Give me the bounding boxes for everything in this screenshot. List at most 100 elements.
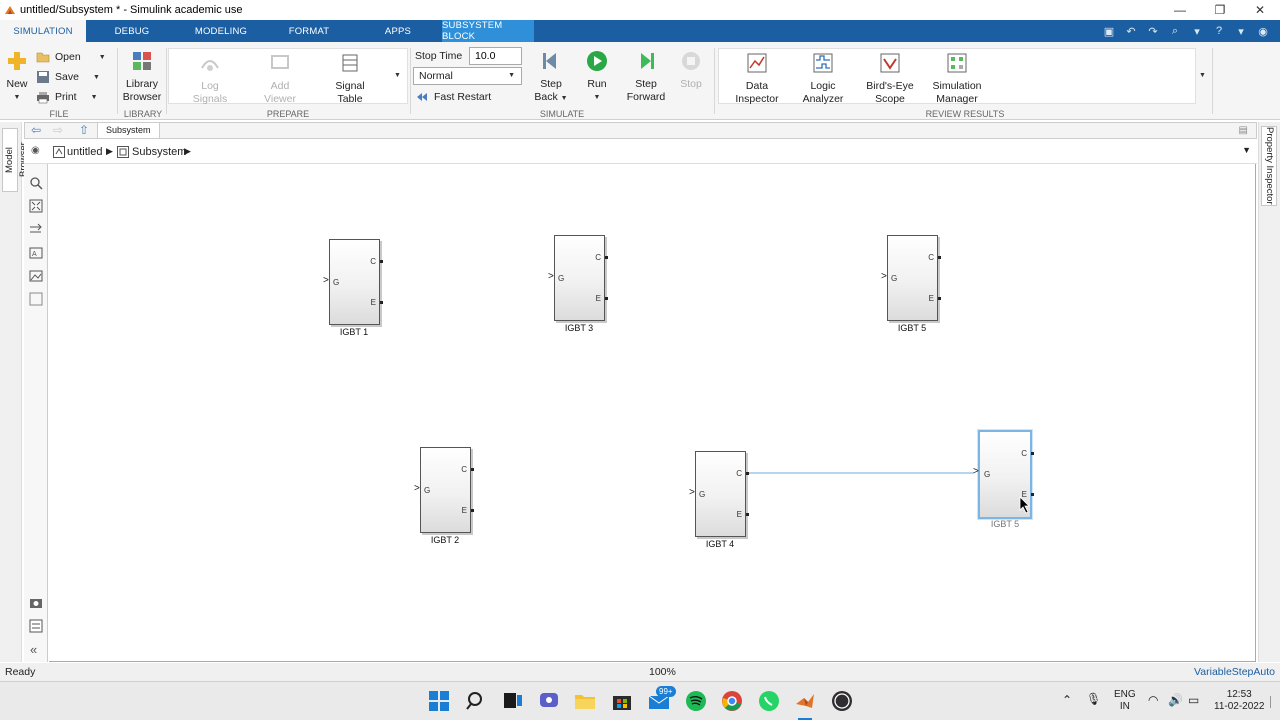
block-name-label[interactable]: IGBT 5 bbox=[965, 519, 1045, 529]
simulation-mode-select[interactable]: Normal ▼ bbox=[413, 67, 522, 85]
tab-simulation[interactable]: SIMULATION bbox=[0, 20, 86, 42]
tab-apps[interactable]: APPS bbox=[354, 20, 442, 42]
model-browser-tab[interactable]: Model Browser bbox=[2, 128, 29, 192]
chat-icon[interactable] bbox=[538, 690, 560, 712]
save-button[interactable]: Save ▼ bbox=[36, 68, 100, 86]
input-port-arrow-icon[interactable]: > bbox=[323, 275, 329, 286]
block-name-label[interactable]: IGBT 3 bbox=[539, 323, 619, 333]
breadcrumb-item-subsystem[interactable]: Subsystem bbox=[132, 146, 186, 158]
store-icon[interactable] bbox=[611, 690, 633, 712]
run-button[interactable]: Run ▼ bbox=[580, 50, 614, 104]
open-dropdown-icon[interactable]: ▼ bbox=[99, 54, 106, 61]
up-arrow-icon[interactable]: ⇧ bbox=[79, 124, 89, 137]
stop-button[interactable]: Stop bbox=[676, 50, 706, 91]
save-icon[interactable]: ▣ bbox=[1102, 25, 1116, 38]
data-inspector-button[interactable]: Data Inspector bbox=[732, 52, 782, 106]
file-explorer-icon[interactable] bbox=[574, 690, 596, 712]
help-icon[interactable]: ? bbox=[1212, 25, 1226, 37]
matlab-icon[interactable] bbox=[794, 690, 816, 712]
editor-options-icon[interactable]: ▤ bbox=[1239, 124, 1248, 137]
show-desktop-button[interactable] bbox=[1270, 696, 1276, 708]
windows-start-icon[interactable] bbox=[428, 690, 450, 712]
spotify-icon[interactable] bbox=[685, 690, 707, 712]
fast-restart-toggle[interactable]: Fast Restart bbox=[415, 88, 491, 106]
review-expand-icon[interactable]: ▼ bbox=[1199, 72, 1206, 79]
obs-icon[interactable] bbox=[831, 690, 853, 712]
print-dropdown-icon[interactable]: ▼ bbox=[91, 94, 98, 101]
options-icon[interactable]: ▾ bbox=[1190, 25, 1204, 38]
solver-link[interactable]: VariableStepAuto bbox=[1194, 666, 1275, 678]
block-name-label[interactable]: IGBT 5 bbox=[872, 323, 952, 333]
save-dropdown-icon[interactable]: ▼ bbox=[93, 74, 100, 81]
find-icon[interactable]: ⌕ bbox=[1168, 25, 1182, 38]
property-icon[interactable] bbox=[29, 619, 43, 633]
signal-line[interactable] bbox=[749, 472, 974, 474]
input-port-arrow-icon[interactable]: > bbox=[414, 483, 420, 494]
collapse-ribbon-icon[interactable]: ◉ bbox=[1256, 25, 1270, 38]
restore-button[interactable]: ❐ bbox=[1200, 0, 1240, 20]
image-icon[interactable] bbox=[29, 269, 43, 283]
print-button[interactable]: Print ▼ bbox=[36, 88, 98, 106]
tab-debug[interactable]: DEBUG bbox=[86, 20, 178, 42]
open-button[interactable]: Open ▼ bbox=[36, 48, 106, 66]
new-dropdown-icon[interactable]: ▼ bbox=[4, 91, 30, 104]
port-c-marker[interactable] bbox=[1031, 452, 1034, 455]
editor-tab-subsystem[interactable]: Subsystem bbox=[97, 123, 160, 138]
back-arrow-icon[interactable]: ⇦ bbox=[31, 124, 41, 137]
port-e-marker[interactable] bbox=[1031, 493, 1034, 496]
library-browser-button[interactable]: Library Browser bbox=[122, 50, 162, 104]
port-c-marker[interactable] bbox=[380, 260, 383, 263]
igbt-block[interactable]: G C E bbox=[695, 451, 746, 537]
prepare-expand-icon[interactable]: ▼ bbox=[394, 72, 401, 79]
input-port-arrow-icon[interactable]: > bbox=[689, 487, 695, 498]
logic-analyzer-button[interactable]: Logic Analyzer bbox=[798, 52, 848, 106]
port-e-marker[interactable] bbox=[380, 301, 383, 304]
new-button[interactable]: New ▼ bbox=[4, 50, 30, 104]
step-back-button[interactable]: Step Back ▼ bbox=[532, 50, 570, 105]
run-dropdown-icon[interactable]: ▼ bbox=[580, 91, 614, 104]
igbt-block[interactable]: G C E bbox=[554, 235, 605, 321]
model-canvas[interactable]: G C E > IGBT 1 G C E > IGBT 3 G C E > IG… bbox=[49, 164, 1256, 662]
undo-icon[interactable]: ↶ bbox=[1124, 25, 1138, 38]
property-inspector-tab[interactable]: Property Inspector bbox=[1261, 126, 1277, 206]
port-c-marker[interactable] bbox=[471, 468, 474, 471]
port-e-marker[interactable] bbox=[471, 509, 474, 512]
wifi-icon[interactable]: ◠ bbox=[1148, 693, 1158, 720]
chrome-icon[interactable] bbox=[721, 690, 743, 712]
block-name-label[interactable]: IGBT 1 bbox=[314, 327, 394, 337]
port-c-marker[interactable] bbox=[938, 256, 941, 259]
area-icon[interactable] bbox=[29, 292, 43, 306]
tab-modeling[interactable]: MODELING bbox=[178, 20, 264, 42]
forward-arrow-icon[interactable]: ⇨ bbox=[53, 124, 63, 137]
collapse-palette-icon[interactable]: « bbox=[30, 642, 37, 657]
input-port-arrow-icon[interactable]: > bbox=[548, 271, 554, 282]
breadcrumb-item-untitled[interactable]: untitled bbox=[67, 146, 102, 158]
clock[interactable]: 12:53 11-02-2022 bbox=[1214, 689, 1264, 720]
port-e-marker[interactable] bbox=[605, 297, 608, 300]
breadcrumb-dropdown-icon[interactable]: ▼ bbox=[1242, 145, 1251, 155]
screenshot-icon[interactable] bbox=[29, 596, 43, 610]
simulation-manager-button[interactable]: Simulation Manager bbox=[928, 52, 986, 106]
tray-overflow-icon[interactable]: ⌃ bbox=[1062, 693, 1072, 720]
redo-icon[interactable]: ↷ bbox=[1146, 25, 1160, 38]
log-signals-button[interactable]: Log Signals bbox=[188, 52, 232, 106]
volume-icon[interactable]: 🔊 bbox=[1168, 693, 1183, 720]
annotation-icon[interactable]: A bbox=[29, 246, 43, 260]
search-icon[interactable] bbox=[465, 690, 487, 712]
zoom-icon[interactable] bbox=[29, 176, 43, 190]
tab-format[interactable]: FORMAT bbox=[264, 20, 354, 42]
igbt-block[interactable]: G C E bbox=[420, 447, 471, 533]
step-forward-button[interactable]: Step Forward bbox=[624, 50, 668, 104]
block-name-label[interactable]: IGBT 4 bbox=[680, 539, 760, 549]
port-c-marker[interactable] bbox=[605, 256, 608, 259]
microphone-icon[interactable]: 🎙 bbox=[1086, 692, 1101, 720]
menu-icon[interactable]: ▾ bbox=[1234, 25, 1248, 38]
hide-explorer-icon[interactable]: ◉ bbox=[31, 145, 40, 156]
fit-to-view-icon[interactable] bbox=[29, 199, 43, 213]
input-port-arrow-icon[interactable]: > bbox=[881, 271, 887, 282]
add-viewer-button[interactable]: Add Viewer bbox=[258, 52, 302, 106]
input-port-arrow-icon[interactable]: > bbox=[973, 466, 979, 477]
port-e-marker[interactable] bbox=[938, 297, 941, 300]
igbt-block[interactable]: G C E bbox=[329, 239, 380, 325]
zoom-level[interactable]: 100% bbox=[649, 666, 676, 678]
